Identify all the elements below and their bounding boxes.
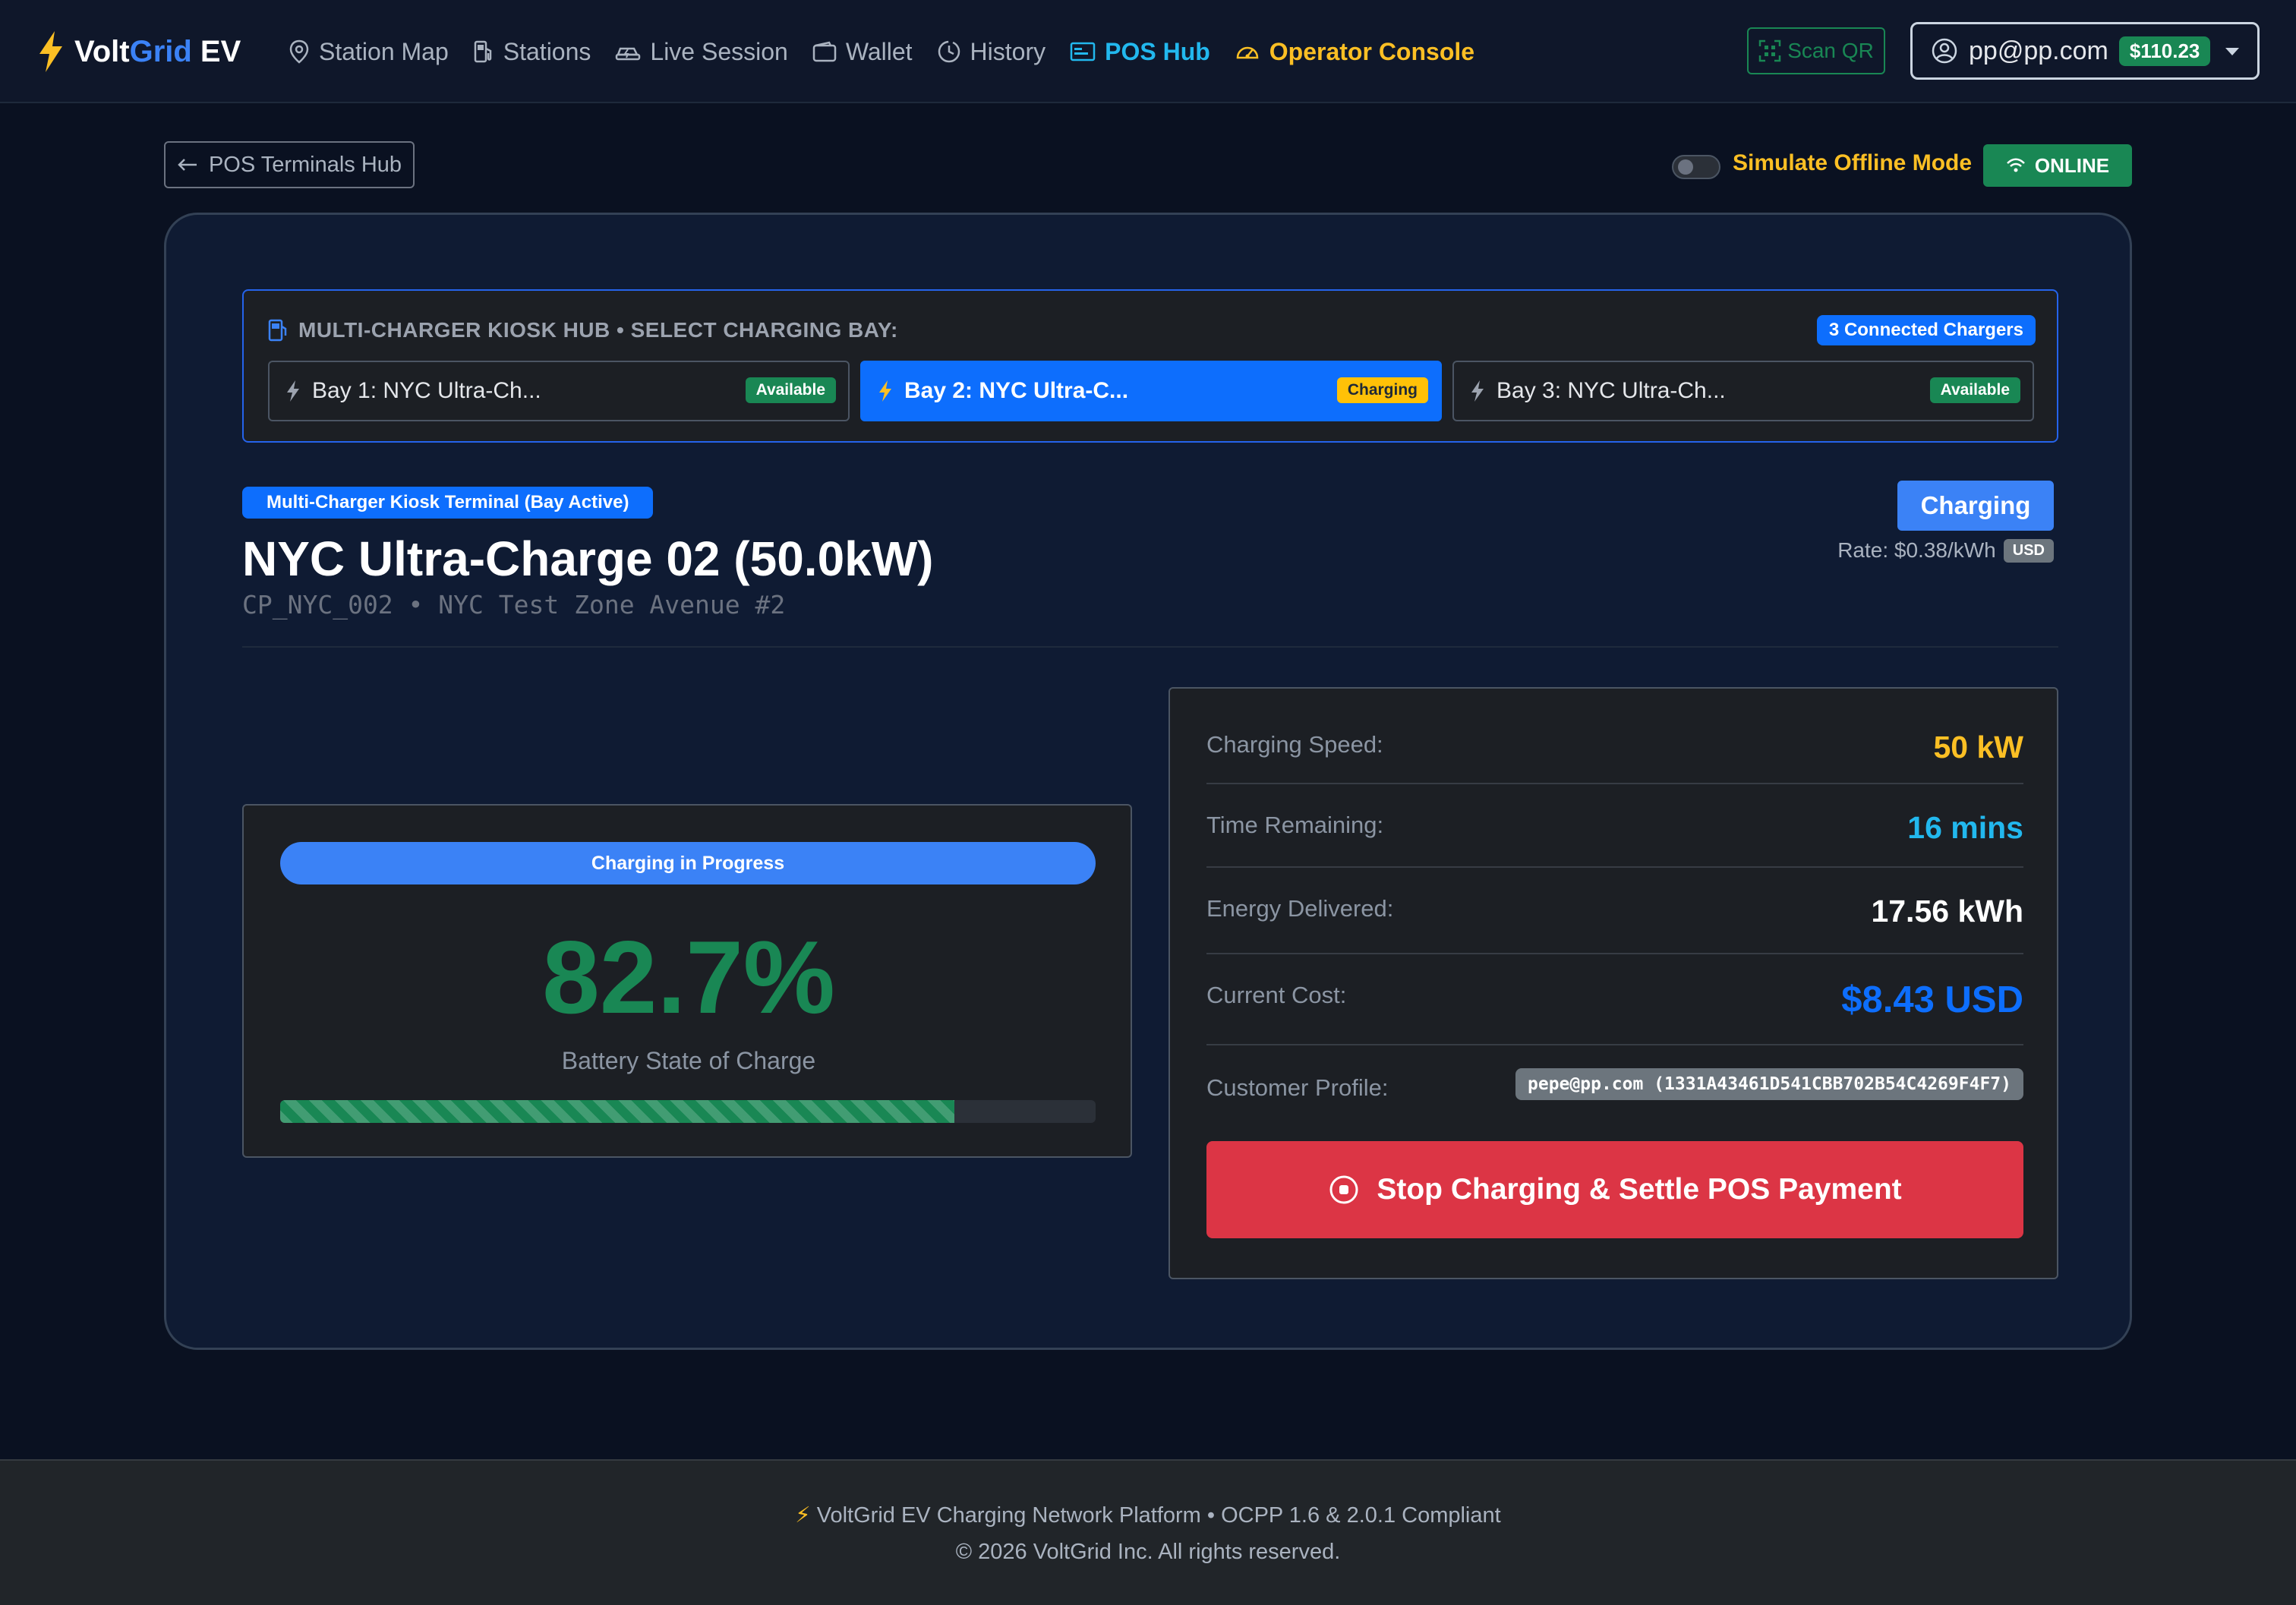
nav-wallet[interactable]: Wallet [812, 38, 913, 66]
wallet-balance-badge: $110.23 [2118, 36, 2211, 66]
qr-code-icon [1758, 39, 1781, 62]
kiosk-title: MULTI-CHARGER KIOSK HUB • SELECT CHARGIN… [268, 318, 898, 342]
chevron-down-icon [2225, 48, 2239, 55]
nav-live-session[interactable]: Live Session [615, 38, 788, 66]
footer-copyright: © 2026 VoltGrid Inc. All rights reserved… [955, 1540, 1341, 1564]
stop-charging-button[interactable]: Stop Charging & Settle POS Payment [1206, 1141, 2023, 1238]
section-divider [242, 646, 2058, 648]
customer-profile-badge: pepe@pp.com (1331A43461D541CBB702B54C426… [1515, 1068, 2023, 1100]
nav-station-map[interactable]: Station Map [289, 38, 449, 66]
simulate-offline-label[interactable]: Simulate Offline Mode [1733, 150, 1972, 176]
map-pin-icon [289, 39, 310, 64]
nav-stations[interactable]: Stations [473, 38, 591, 66]
rate-info: Rate: $0.38/kWh USD [1837, 538, 2054, 563]
bay-status-badge: Available [745, 377, 836, 403]
bay-status-badge: Available [1929, 377, 2020, 403]
bay-2-button[interactable]: Bay 2: NYC Ultra-C... Charging [860, 361, 1442, 421]
kiosk-bay-selector: MULTI-CHARGER KIOSK HUB • SELECT CHARGIN… [242, 289, 2058, 443]
bay-3-button[interactable]: Bay 3: NYC Ultra-Ch... Available [1452, 361, 2034, 421]
brand-logo[interactable]: VoltGrid EV [38, 29, 241, 74]
user-avatar-icon [1931, 37, 1958, 65]
battery-soc-label: Battery State of Charge [561, 1047, 816, 1074]
nav-pos-hub[interactable]: POS Hub [1070, 38, 1210, 66]
stat-customer-profile: Customer Profile: pepe@pp.com (1331A4346… [1206, 1045, 2023, 1118]
main-nav: Station Map Stations Live Session Wallet… [289, 29, 1499, 74]
bay-1-button[interactable]: Bay 1: NYC Ultra-Ch... Available [268, 361, 850, 421]
terminal-type-badge: Multi-Charger Kiosk Terminal (Bay Active… [242, 487, 654, 519]
footer-platform-text: ⚡ VoltGrid EV Charging Network Platform … [795, 1503, 1501, 1528]
rate-text: Rate: $0.38/kWh [1837, 538, 1996, 562]
session-stats-panel: Charging Speed: 50 kW Time Remaining: 16… [1168, 687, 2058, 1279]
session-status-badge: Charging [1897, 481, 2054, 531]
stat-energy-delivered: Energy Delivered: 17.56 kWh [1206, 868, 2023, 954]
stat-charging-speed: Charging Speed: 50 kW [1206, 689, 2023, 784]
fuel-pump-icon [473, 39, 494, 64]
currency-badge: USD [2003, 538, 2054, 563]
bay-status-badge: Charging [1336, 377, 1428, 403]
bolt-icon [1471, 380, 1484, 402]
online-status-badge: ONLINE [1983, 144, 2132, 187]
ev-car-icon [615, 41, 641, 62]
station-id-address: CP_NYC_002 • NYC Test Zone Avenue #2 [242, 590, 786, 620]
bolt-icon [286, 380, 300, 402]
stat-time-remaining: Time Remaining: 16 mins [1206, 784, 2023, 868]
stop-circle-icon [1328, 1174, 1360, 1206]
top-navbar: VoltGrid EV Station Map Stations Live Se… [0, 0, 2296, 103]
toggle-knob [1678, 159, 1693, 175]
nav-operator-console[interactable]: Operator Console [1235, 38, 1474, 66]
battery-soc-bar [280, 1100, 1096, 1123]
nav-history[interactable]: History [937, 38, 1046, 66]
battery-soc-fill [280, 1100, 955, 1123]
wifi-icon [2006, 157, 2026, 174]
page-footer: ⚡ VoltGrid EV Charging Network Platform … [0, 1459, 2296, 1605]
user-menu-dropdown[interactable]: pp@pp.com $110.23 [1910, 22, 2260, 80]
pos-session-card: MULTI-CHARGER KIOSK HUB • SELECT CHARGIN… [164, 213, 2132, 1350]
battery-soc-value: 82.7% [542, 919, 835, 1035]
connected-chargers-badge: 3 Connected Chargers [1816, 315, 2036, 345]
pos-terminal-icon [1070, 41, 1096, 62]
bolt-icon [878, 380, 892, 402]
charger-kiosk-icon [268, 319, 288, 342]
charging-progress-pill: Charging in Progress [280, 842, 1096, 884]
brand-name: VoltGrid EV [74, 34, 241, 68]
user-email: pp@pp.com [1969, 36, 2108, 65]
speedometer-icon [1235, 41, 1260, 62]
simulate-offline-toggle[interactable] [1672, 155, 1720, 179]
arrow-left-icon [177, 157, 198, 172]
back-to-pos-hub-button[interactable]: POS Terminals Hub [164, 141, 415, 188]
stat-current-cost: Current Cost: $8.43 USD [1206, 954, 2023, 1045]
battery-panel: Charging in Progress 82.7% Battery State… [242, 804, 1132, 1158]
clock-history-icon [937, 39, 961, 64]
wallet-icon [812, 41, 837, 62]
scan-qr-button[interactable]: Scan QR [1747, 27, 1885, 74]
bolt-icon [38, 31, 64, 72]
bolt-icon: ⚡ [795, 1503, 811, 1528]
station-title: NYC Ultra-Charge 02 (50.0kW) [242, 531, 934, 586]
